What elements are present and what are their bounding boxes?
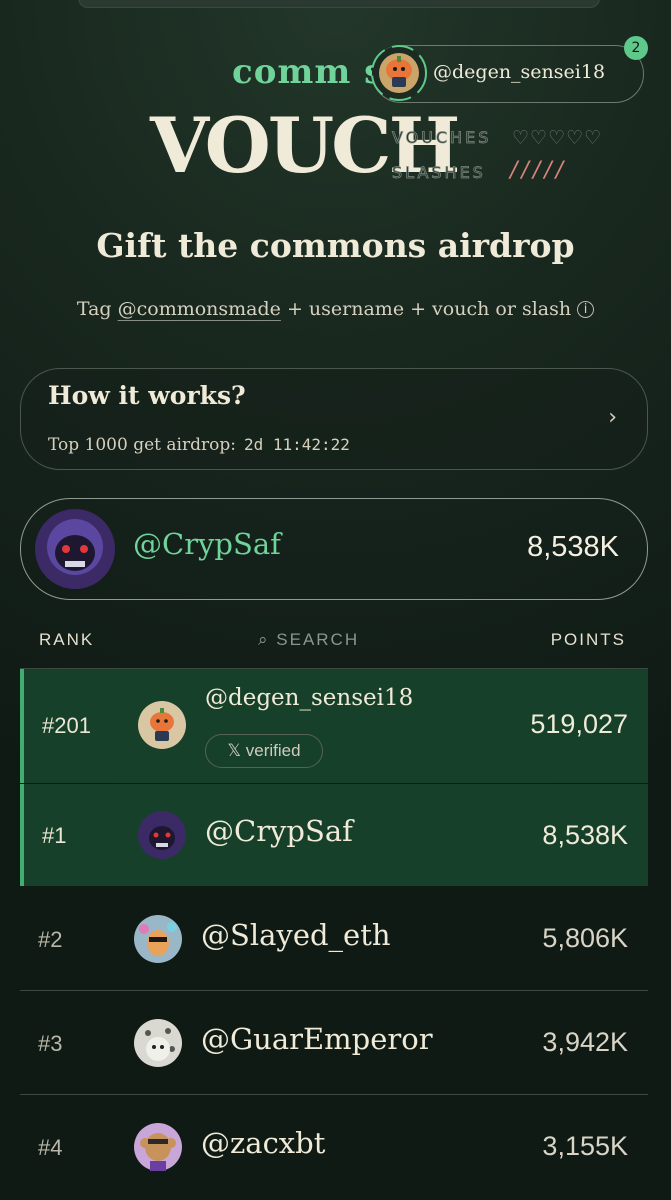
top-user-avatar [35,509,115,589]
notification-badge[interactable]: 2 [624,36,648,60]
avatar [138,701,186,749]
points: 5,806K [542,923,628,953]
vouches-label: VOUCHES [392,128,492,148]
headline: Gift the commons airdrop [96,226,575,265]
countdown-timer: 2d 11:42:22 [243,435,350,454]
info-icon[interactable]: i [577,301,595,318]
avatar [138,811,186,859]
avatar [134,1019,182,1067]
points-header: POINTS [550,630,626,649]
handle: @degen_sensei18 [205,685,414,711]
table-row[interactable]: #4 @zacxbt 3,155K [20,1095,648,1200]
my-rank-row[interactable]: #201 @degen_sensei18 𝕏 verified 519,027 [20,669,648,783]
browser-url-bar [78,0,600,8]
rank: #201 [42,713,91,738]
commons-logo: comm s [232,52,385,92]
avatar [134,915,182,963]
search-label: SEARCH [276,630,360,649]
top-user-points: 8,538K [527,531,619,563]
how-it-works-title: How it works? [48,381,246,410]
instructions-suffix: + username + vouch or slash [280,298,572,320]
airdrop-label: Top 1000 get airdrop: [48,435,236,455]
commonsmade-link[interactable]: @commonsmade [118,298,281,320]
points: 3,942K [542,1027,628,1057]
slash-marks: ///// [510,158,568,183]
top-user-handle: @CrypSaf [133,527,281,561]
user-avatar[interactable] [370,44,428,102]
how-it-works-card[interactable]: How it works? Top 1000 get airdrop: 2d 11… [20,368,648,470]
rank: #1 [42,823,67,848]
rank: #4 [38,1135,63,1160]
rank: #3 [38,1031,63,1056]
handle: @GuarEmperor [201,1022,433,1056]
rank-header: RANK [39,630,95,649]
instructions: Tag @commonsmade + username + vouch or s… [0,298,671,320]
slashes-label: SLASHES [392,163,486,183]
handle: @Slayed_eth [201,918,391,952]
handle: @zacxbt [201,1126,326,1160]
search-button[interactable]: ⌕ SEARCH [258,630,359,650]
chevron-right-icon: › [608,405,617,430]
airdrop-info: Top 1000 get airdrop: 2d 11:42:22 [48,435,350,455]
table-row[interactable]: #3 @GuarEmperor 3,942K [20,991,648,1094]
instructions-prefix: Tag [76,298,118,320]
vouch-hearts: ♡♡♡♡♡ [512,127,603,149]
handle: @CrypSaf [205,814,353,848]
user-handle: @degen_sensei18 [433,61,606,83]
avatar [134,1123,182,1171]
points: 3,155K [542,1131,628,1161]
search-icon: ⌕ [258,630,270,649]
points: 519,027 [530,709,628,739]
table-row[interactable]: #2 @Slayed_eth 5,806K [20,887,648,990]
x-verified-badge: 𝕏 verified [205,734,323,768]
points: 8,538K [542,820,628,850]
top-user-card[interactable]: @CrypSaf 8,538K [20,498,648,600]
table-row[interactable]: #1 @CrypSaf 8,538K [20,784,648,886]
rank: #2 [38,927,63,952]
